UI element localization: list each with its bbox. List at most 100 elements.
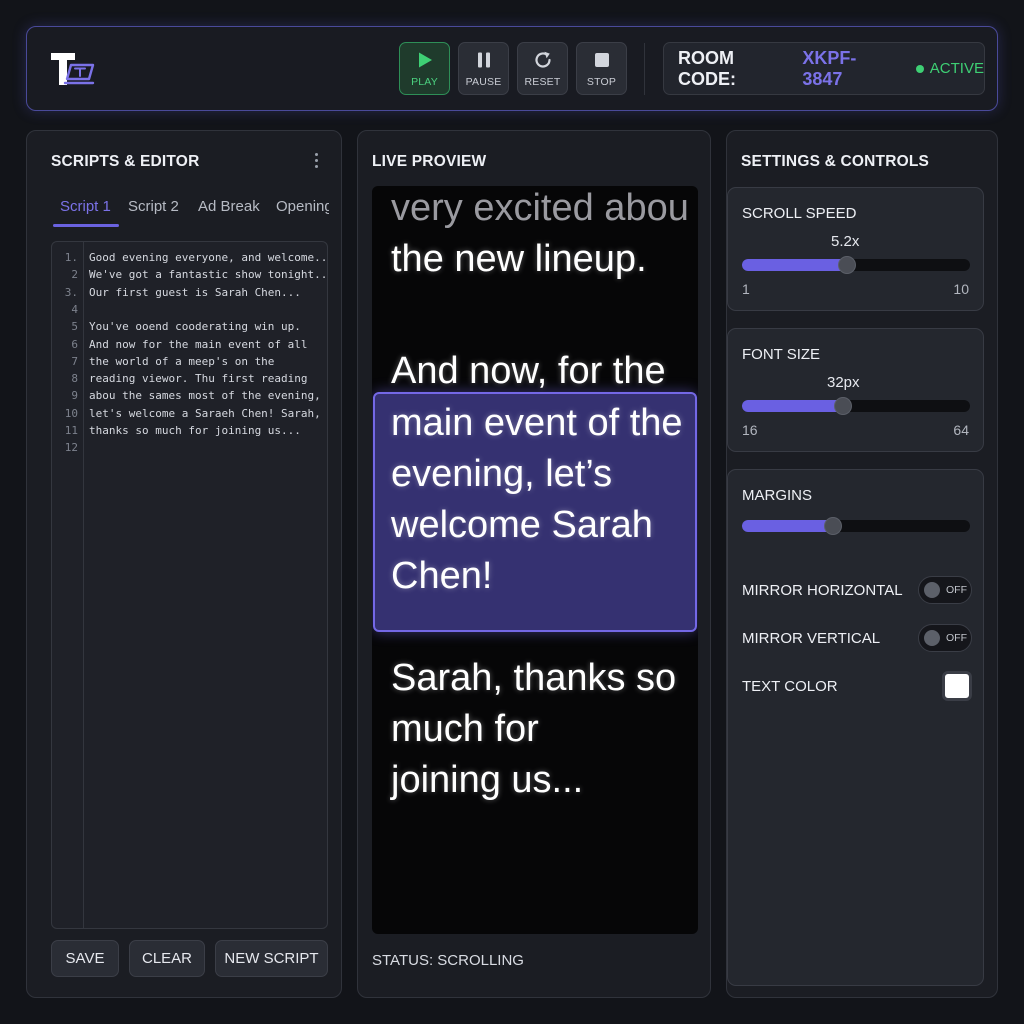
mirror-vertical-state: OFF: [946, 632, 967, 644]
play-button[interactable]: PLAY: [399, 42, 450, 95]
code-line: 3. Our first guest is Sarah Chen...: [52, 285, 327, 303]
code-line: 2 We've got a fantastic show tonight...: [52, 268, 328, 285]
mirror-vertical-toggle[interactable]: OFF: [918, 624, 972, 652]
code-line: 6 And now for the main event of all: [52, 337, 327, 355]
tab-ad-break[interactable]: Ad Break: [198, 198, 260, 215]
font-size-slider[interactable]: [742, 397, 970, 415]
prompter-line: evening, let’s: [391, 453, 613, 495]
mirror-horizontal-state: OFF: [946, 584, 967, 596]
stop-button[interactable]: STOP: [576, 42, 627, 95]
save-button[interactable]: SAVE: [51, 940, 119, 977]
line-number: 4: [71, 302, 78, 316]
margins-slider[interactable]: [742, 517, 970, 535]
tab-script-2[interactable]: Script 2: [128, 198, 179, 215]
line-number: 12: [64, 441, 78, 455]
line-text: Our first guest is Sarah Chen...: [89, 285, 301, 299]
scroll-speed-fill: [742, 259, 847, 271]
code-line: 7 the world of a meep's on the: [52, 355, 327, 372]
mirror-horizontal-toggle[interactable]: OFF: [918, 576, 972, 604]
scroll-speed-thumb[interactable]: [838, 256, 856, 274]
preview-panel-title: LIVE PROVIEW: [372, 153, 487, 170]
scroll-speed-slider[interactable]: [742, 256, 970, 274]
line-text: abou the sames most of the evening,: [89, 389, 321, 403]
script-editor[interactable]: 1. Good evening everyone, and welcome... 2…: [51, 241, 328, 929]
scroll-speed-value: 5.2x: [831, 233, 860, 250]
line-text: You've ooend cooderating win up.: [89, 320, 301, 334]
line-text: We've got a fantastic show tonight...: [89, 268, 328, 282]
line-number: 9: [71, 389, 78, 403]
pause-button[interactable]: PAUSE: [458, 42, 509, 95]
play-icon: [415, 50, 435, 70]
prompter-screen: very excited abou the new lineup. And no…: [372, 186, 698, 934]
transport-controls: PLAY PAUSE RESET STOP: [399, 42, 627, 95]
scroll-speed-max: 10: [953, 281, 969, 297]
font-size-max: 64: [953, 422, 969, 438]
font-size-value: 32px: [827, 374, 860, 391]
script-tabs: Script 1 Script 2 Ad Break Opening: [51, 187, 329, 229]
mirror-vertical-label: MIRROR VERTICAL: [742, 630, 881, 647]
line-text: thanks so much for joining us...: [89, 424, 301, 437]
line-number: 2: [71, 268, 78, 282]
code-line: 5 You've ooend cooderating win up.: [52, 320, 327, 337]
scroll-speed-card: SCROLL SPEED 5.2x 1 10: [727, 187, 984, 311]
prompter-line: joining us...: [391, 759, 584, 801]
line-number: 1.: [64, 251, 78, 264]
margins-thumb[interactable]: [824, 517, 842, 535]
new-script-button[interactable]: NEW SCRIPT: [215, 940, 328, 977]
active-status-dot: [915, 64, 924, 73]
code-line: 9 abou the sames most of the evening,: [52, 389, 327, 406]
code-line: 8 reading viewor. Thu first reading: [52, 372, 327, 389]
more-options-icon[interactable]: [315, 153, 319, 171]
code-line: 10 let's welcome a Saraeh Chen! Sarah,: [52, 406, 327, 424]
font-size-thumb[interactable]: [834, 397, 852, 415]
room-code-label: ROOM CODE:: [678, 47, 736, 89]
prompter-line: Chen!: [391, 555, 493, 597]
font-size-fill: [742, 400, 843, 412]
active-status-text: ACTIVE: [929, 60, 984, 77]
tab-script-1[interactable]: Script 1: [60, 198, 111, 215]
play-label: PLAY: [411, 75, 438, 88]
prompter-line: the new lineup.: [391, 238, 647, 280]
settings-panel-title: SETTINGS & CONTROLS: [741, 153, 930, 170]
font-size-card: FONT SIZE 32px 16 64: [727, 328, 984, 452]
clear-button[interactable]: CLEAR: [129, 940, 205, 977]
margins-fill: [742, 520, 833, 532]
reset-label: RESET: [524, 75, 561, 88]
settings-panel: SETTINGS & CONTROLS SCROLL SPEED 5.2x 1 …: [726, 130, 998, 998]
active-tab-indicator: [53, 224, 119, 227]
scroll-speed-label: SCROLL SPEED: [742, 205, 857, 222]
code-line: 4: [52, 302, 327, 320]
reset-button[interactable]: RESET: [517, 42, 568, 95]
code-line: 11 thanks so much for joining us...: [52, 424, 327, 441]
line-number: 10: [64, 406, 78, 420]
reset-icon: [533, 50, 553, 70]
line-number: 3.: [64, 285, 78, 299]
tab-opening[interactable]: Opening: [276, 198, 329, 215]
line-number: 5: [71, 320, 78, 334]
text-color-swatch[interactable]: [942, 671, 972, 701]
margins-label: MARGINS: [742, 487, 813, 504]
playback-status: STATUS: SCROLLING: [372, 952, 524, 969]
line-text: And now for the main event of all: [89, 337, 308, 351]
room-code-value: XKPF-3847: [802, 47, 857, 89]
font-size-min: 16: [742, 422, 758, 438]
code-line: 1. Good evening everyone, and welcome...: [52, 251, 327, 268]
font-size-label: FONT SIZE: [742, 346, 821, 363]
line-number: 8: [71, 372, 78, 386]
prompter-line: main event of the: [391, 402, 683, 444]
editor-panel-title: SCRIPTS & EDITOR: [51, 153, 200, 170]
toggle-knob: [924, 630, 940, 646]
pause-label: PAUSE: [465, 75, 502, 88]
room-code-box: ROOM CODE: XKPF-3847 ACTIVE: [663, 42, 985, 95]
stop-label: STOP: [586, 75, 617, 88]
pause-icon: [474, 50, 494, 70]
stop-icon: [592, 50, 612, 70]
line-text: let's welcome a Saraeh Chen! Sarah,: [89, 406, 321, 420]
mirror-horizontal-label: MIRROR HORIZONTAL: [742, 582, 903, 599]
text-color-label: TEXT COLOR: [742, 678, 838, 695]
scripts-editor-panel: SCRIPTS & EDITOR Script 1 Script 2 Ad Br…: [26, 130, 342, 998]
top-bar: PLAY PAUSE RESET STOP ROOM CODE: XKPF-38…: [26, 26, 998, 111]
line-text: reading viewor. Thu first reading: [89, 372, 308, 386]
code-line: 12: [52, 441, 327, 458]
prompter-line: welcome Sarah: [391, 504, 653, 546]
